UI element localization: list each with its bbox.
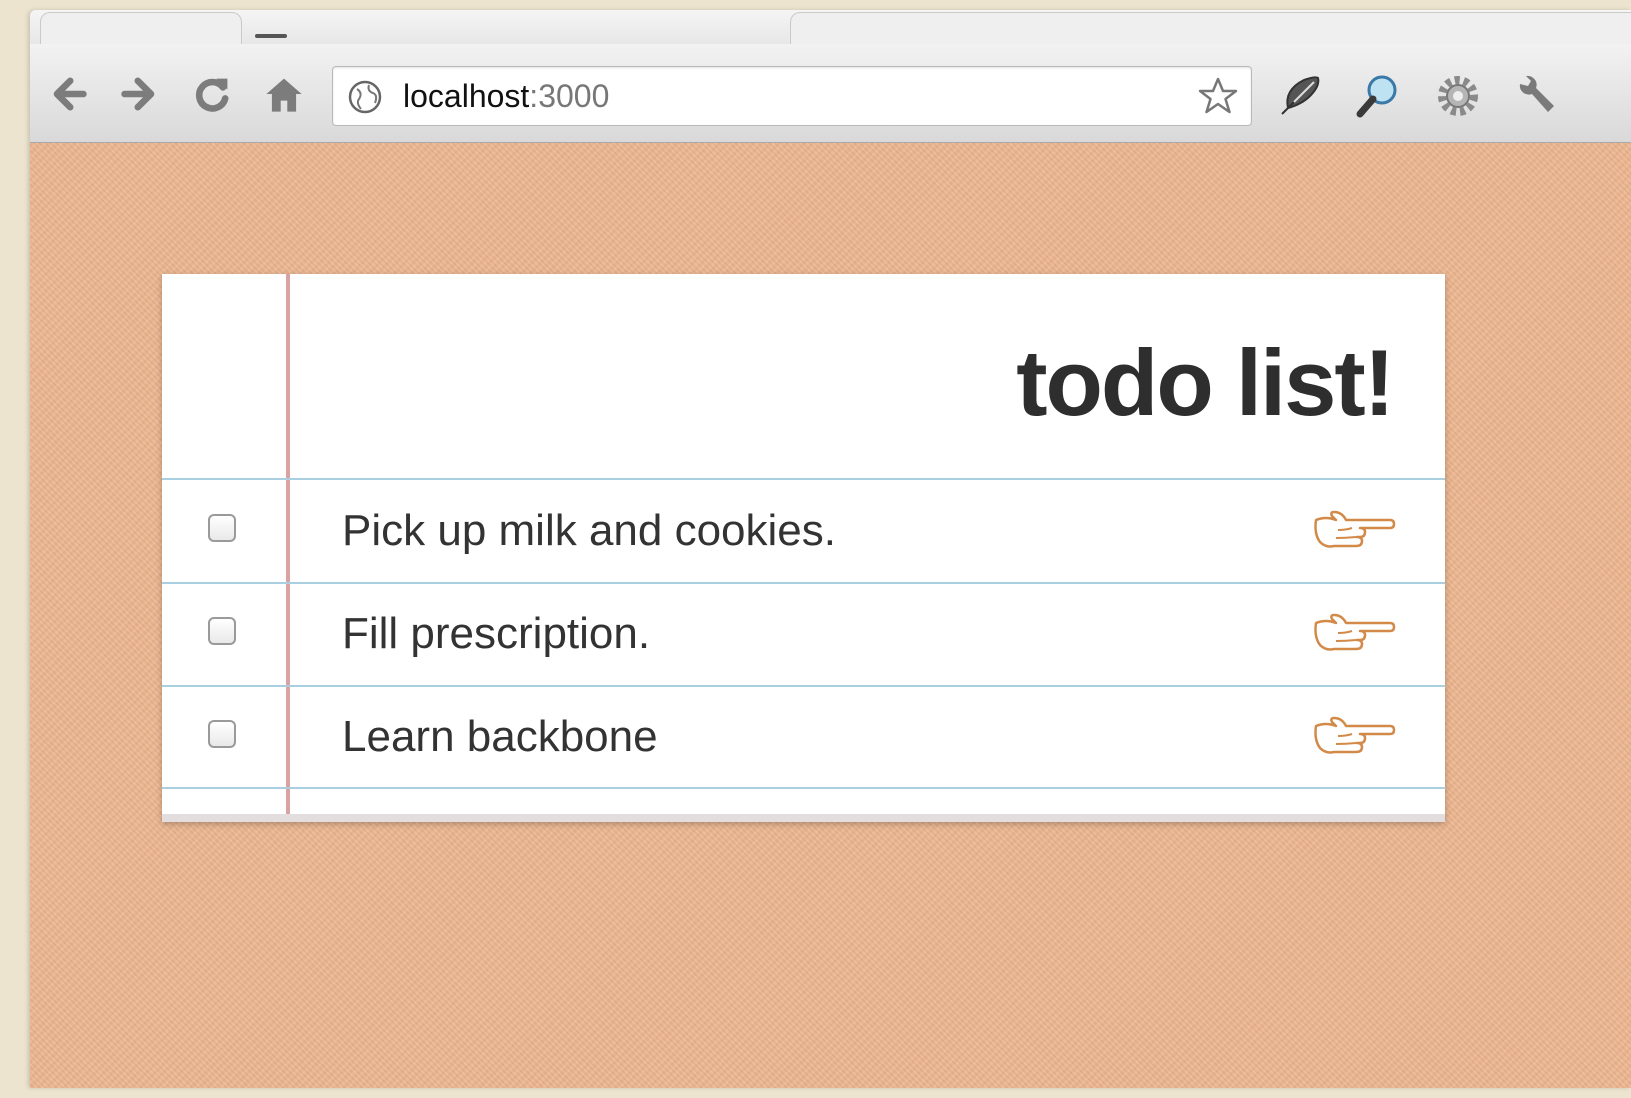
wrench-icon (1519, 75, 1554, 112)
list-item: Learn backbone (162, 686, 1445, 788)
todo-checkbox[interactable] (208, 514, 236, 542)
url-text[interactable]: localhost:3000 (403, 77, 609, 115)
arrow-right-icon (121, 77, 155, 111)
rule-line (162, 787, 1445, 789)
todo-label[interactable]: Fill prescription. (342, 609, 650, 659)
magnifier-icon (1356, 75, 1397, 118)
home-icon (266, 78, 302, 112)
page-content: todo list! Pick up milk and cookies. Fil… (30, 143, 1631, 1088)
reload-button[interactable] (184, 66, 240, 122)
tab-indicator (255, 34, 287, 38)
tab[interactable] (790, 12, 1631, 45)
settings-menu-button[interactable] (1506, 66, 1566, 126)
arrow-left-icon (53, 77, 87, 111)
list-item: Fill prescription. (162, 583, 1445, 685)
todo-checkbox[interactable] (208, 720, 236, 748)
browser-toolbar: localhost:3000 (30, 44, 1631, 143)
back-button[interactable] (40, 66, 96, 122)
feather-pen-icon (1281, 76, 1320, 115)
browser-window: localhost:3000 todo list! Pick up milk a… (30, 10, 1631, 1088)
todo-label[interactable]: Learn backbone (342, 712, 658, 762)
extension-button[interactable] (1348, 66, 1408, 126)
url-port: :3000 (529, 78, 610, 114)
todo-card: todo list! Pick up milk and cookies. Fil… (162, 274, 1445, 822)
pointing-hand-icon[interactable] (1312, 508, 1396, 552)
list-item: Pick up milk and cookies. (162, 480, 1445, 582)
address-bar[interactable]: localhost:3000 (332, 66, 1252, 126)
page-title: todo list! (1016, 330, 1395, 435)
forward-button[interactable] (112, 66, 168, 122)
pointing-hand-icon[interactable] (1312, 611, 1396, 655)
extension-button[interactable] (1270, 66, 1330, 126)
gear-icon (1438, 76, 1478, 116)
pointing-hand-icon[interactable] (1312, 714, 1396, 758)
tab[interactable] (40, 12, 242, 45)
todo-label[interactable]: Pick up milk and cookies. (342, 506, 836, 556)
extension-button[interactable] (1428, 66, 1488, 126)
todo-checkbox[interactable] (208, 617, 236, 645)
globe-icon (348, 80, 382, 114)
home-button[interactable] (256, 66, 312, 122)
tab-strip (30, 10, 1631, 45)
star-icon[interactable] (1197, 75, 1239, 117)
reload-icon (195, 78, 229, 112)
url-host: localhost (403, 78, 530, 114)
